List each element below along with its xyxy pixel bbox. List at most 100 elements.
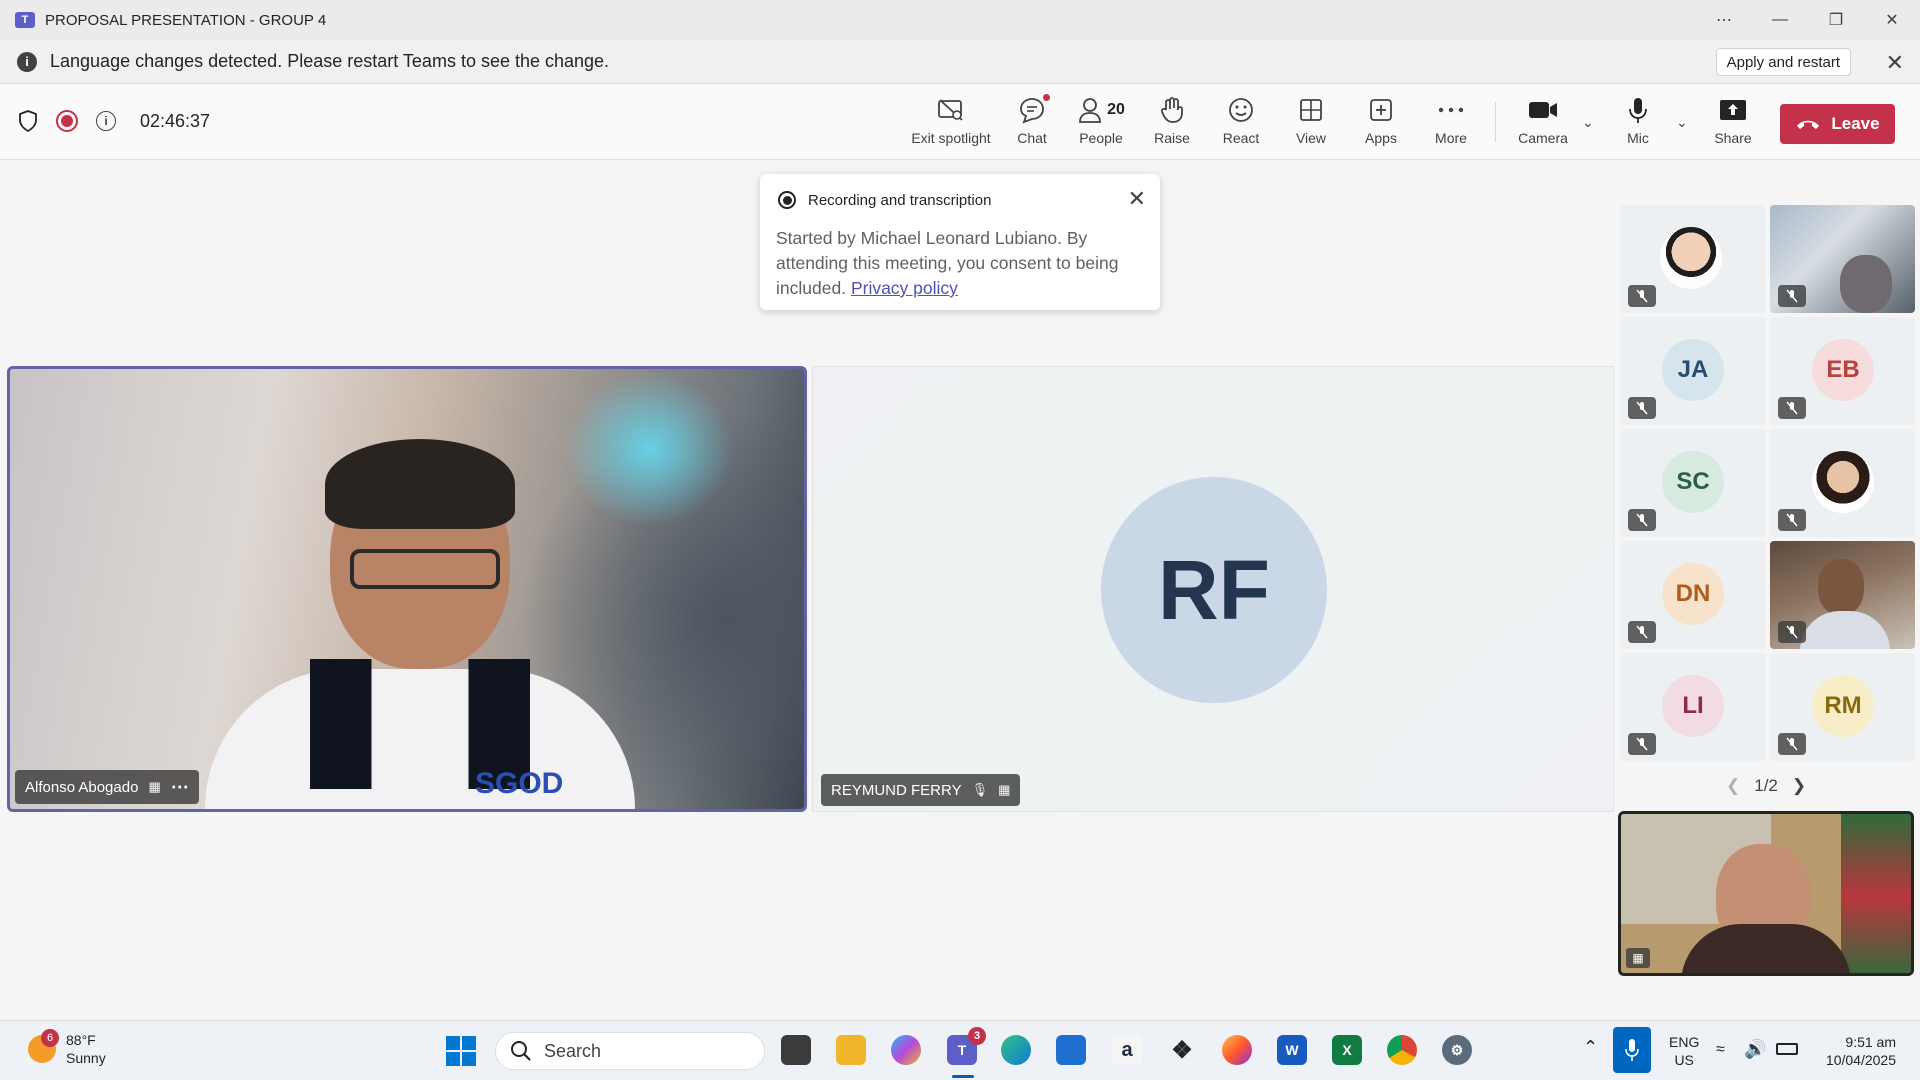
teams-taskbar-icon[interactable]: T 3	[947, 1027, 986, 1065]
title-bar: T PROPOSAL PRESENTATION - GROUP 4 ⋯ — ❐ …	[0, 0, 1920, 40]
system-clock[interactable]: 9:51 am 10/04/2025	[1826, 1033, 1896, 1069]
share-button[interactable]: Share	[1693, 94, 1773, 154]
windows-taskbar: 6 88°F Sunny Search T 3 a ❖ W X ⚙ ⌃ ENG …	[0, 1020, 1920, 1080]
meeting-info-icon[interactable]: i	[96, 111, 116, 131]
apply-and-restart-button[interactable]: Apply and restart	[1715, 48, 1851, 76]
camera-options-chevron-icon[interactable]: ⌄	[1582, 114, 1594, 131]
participant-tile[interactable]: LI	[1620, 653, 1765, 761]
dropbox-icon[interactable]: ❖	[1167, 1035, 1197, 1065]
chat-icon	[1020, 98, 1044, 124]
self-view-pin-icon: ▦	[1626, 948, 1650, 968]
people-icon	[1079, 98, 1101, 123]
apps-label: Apps	[1365, 130, 1397, 146]
exit-spotlight-label: Exit spotlight	[911, 130, 991, 146]
task-view-icon[interactable]	[781, 1035, 811, 1065]
exit-spotlight-button[interactable]: Exit spotlight	[911, 94, 991, 154]
participant-tile[interactable]	[1620, 205, 1765, 313]
microsoft-store-icon[interactable]	[1056, 1035, 1086, 1065]
self-view-video[interactable]: ▦	[1618, 811, 1914, 976]
shield-icon[interactable]	[18, 110, 38, 132]
participant-tile-reymund-ferry[interactable]: RF REYMUND FERRY 🎙 ▦	[812, 366, 1614, 812]
participant-name-tag: Alfonso Abogado ▦ ⋯	[15, 770, 199, 804]
weather-condition: Sunny	[66, 1050, 106, 1066]
participant-tile[interactable]	[1770, 429, 1915, 537]
participant-video	[350, 549, 500, 589]
firefox-icon[interactable]	[1222, 1035, 1252, 1065]
mic-muted-icon	[1628, 733, 1656, 755]
input-language-indicator[interactable]: ENG US	[1669, 1033, 1699, 1069]
mic-button[interactable]: Mic	[1598, 94, 1678, 154]
word-icon[interactable]: W	[1277, 1035, 1307, 1065]
sun-weather-icon: 6	[28, 1029, 59, 1063]
search-icon	[511, 1041, 531, 1061]
volume-icon[interactable]: 🔊	[1744, 1039, 1766, 1060]
edge-browser-icon[interactable]	[1001, 1035, 1031, 1065]
mic-options-chevron-icon[interactable]: ⌄	[1676, 114, 1688, 131]
teams-logo-icon: T	[15, 12, 35, 28]
spotlight-pin-icon: ▦	[148, 779, 161, 794]
spotlight-video-tile[interactable]: SGOD Alfonso Abogado ▦ ⋯	[7, 366, 807, 812]
participant-tile[interactable]: DN	[1620, 541, 1765, 649]
clock-time: 9:51 am	[1845, 1034, 1896, 1050]
share-label: Share	[1714, 130, 1752, 146]
people-button[interactable]: 20 People	[1061, 94, 1141, 154]
leave-label: Leave	[1831, 114, 1880, 133]
people-label: People	[1079, 130, 1123, 146]
amazon-icon[interactable]: a	[1112, 1035, 1142, 1065]
chat-label: Chat	[1017, 130, 1047, 146]
mic-muted-icon	[1778, 285, 1806, 307]
toast-close-icon[interactable]: ✕	[1128, 186, 1146, 212]
participant-tile[interactable]: EB	[1770, 317, 1915, 425]
active-app-indicator	[952, 1075, 974, 1078]
react-button[interactable]: React	[1201, 94, 1281, 154]
mic-label: Mic	[1627, 130, 1649, 146]
participant-options-icon[interactable]: ⋯	[171, 777, 189, 798]
raise-hand-button[interactable]: Raise	[1132, 94, 1212, 154]
background-decoration	[1841, 814, 1911, 973]
close-window-button[interactable]: ✕	[1864, 0, 1920, 40]
participant-tile[interactable]	[1770, 205, 1915, 313]
restore-button[interactable]: ❐	[1808, 0, 1864, 40]
privacy-policy-link[interactable]: Privacy policy	[851, 278, 958, 298]
settings-gear-icon[interactable]: ⚙	[1442, 1035, 1472, 1065]
chrome-icon[interactable]	[1387, 1035, 1417, 1065]
more-button[interactable]: More	[1411, 94, 1491, 154]
copilot-icon[interactable]	[891, 1035, 921, 1065]
share-screen-icon	[1720, 100, 1746, 120]
more-options-icon[interactable]: ⋯	[1696, 0, 1752, 40]
file-explorer-icon[interactable]	[836, 1035, 866, 1065]
taskbar-search[interactable]: Search	[495, 1032, 765, 1070]
avatar: RF	[1101, 477, 1327, 703]
start-windows-icon[interactable]	[446, 1036, 476, 1066]
participant-tile[interactable]	[1770, 541, 1915, 649]
previous-page-chevron-icon[interactable]: ❮	[1726, 776, 1740, 796]
participant-video	[1681, 924, 1851, 973]
react-label: React	[1222, 130, 1260, 146]
language-code: ENG	[1669, 1034, 1700, 1050]
excel-icon[interactable]: X	[1332, 1035, 1362, 1065]
minimize-button[interactable]: —	[1752, 0, 1808, 40]
battery-icon[interactable]	[1776, 1043, 1798, 1055]
view-grid-icon	[1300, 99, 1322, 121]
mic-muted-icon	[1778, 397, 1806, 419]
toast-body: Started by Michael Leonard Lubiano. By a…	[776, 226, 1146, 301]
avatar: DN	[1662, 563, 1724, 625]
recording-indicator-icon[interactable]	[56, 110, 78, 132]
show-hidden-icons-chevron-icon[interactable]: ⌃	[1583, 1037, 1598, 1058]
weather-widget[interactable]: 6 88°F Sunny	[28, 1029, 106, 1067]
meeting-timer: 02:46:37	[140, 110, 211, 131]
wifi-icon[interactable]: ≈	[1716, 1041, 1725, 1059]
microphone-in-use-icon[interactable]	[1613, 1027, 1651, 1073]
recording-transcription-toast: Recording and transcription ✕ Started by…	[760, 174, 1160, 310]
view-button[interactable]: View	[1271, 94, 1351, 154]
participant-tile[interactable]: RM	[1770, 653, 1915, 761]
camera-button[interactable]: Camera	[1503, 94, 1583, 154]
chat-button[interactable]: Chat	[992, 94, 1072, 154]
apps-button[interactable]: Apps	[1341, 94, 1421, 154]
avatar: EB	[1812, 339, 1874, 401]
participant-tile[interactable]: JA	[1620, 317, 1765, 425]
participant-tile[interactable]: SC	[1620, 429, 1765, 537]
leave-button[interactable]: Leave	[1780, 104, 1895, 144]
banner-close-icon[interactable]: ✕	[1886, 50, 1904, 76]
next-page-chevron-icon[interactable]: ❯	[1792, 776, 1806, 796]
